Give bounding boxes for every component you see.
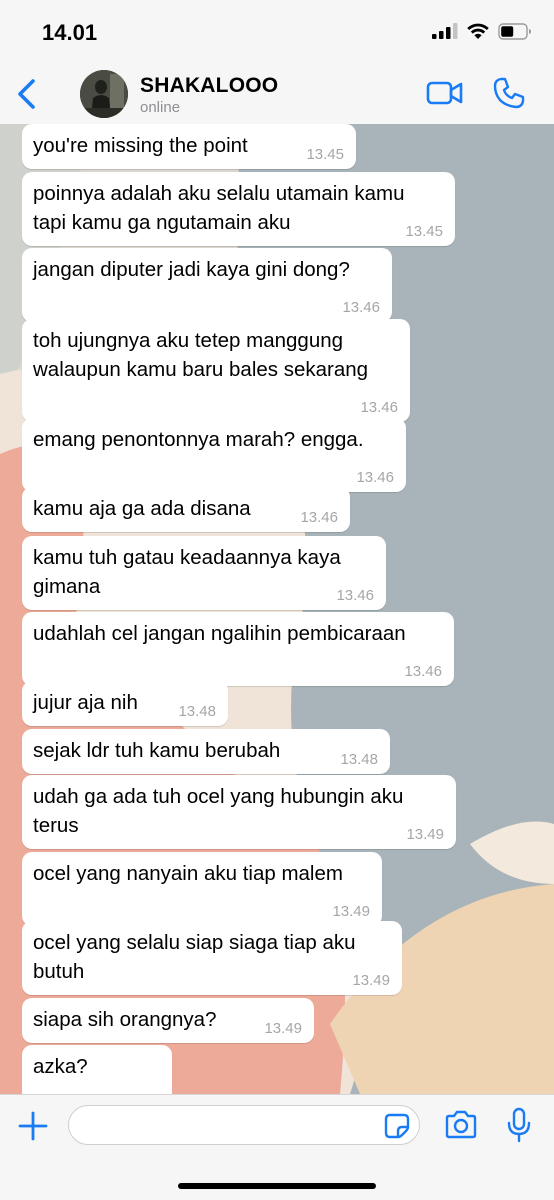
sticker-icon[interactable] <box>384 1113 410 1139</box>
message-timestamp: 13.46 <box>300 509 338 526</box>
message-input[interactable] <box>68 1105 420 1145</box>
message-text: ocel yang selalu siap siaga tiap aku but… <box>33 931 356 983</box>
message-bubble[interactable]: poinnya adalah aku selalu utamain kamu t… <box>22 172 455 246</box>
message-text: ocel yang nanyain aku tiap malem <box>33 862 343 885</box>
message-bubble[interactable]: emang penontonnya marah? engga. 13.46 <box>22 418 406 492</box>
camera-icon[interactable] <box>444 1109 478 1141</box>
back-chevron-icon[interactable] <box>12 76 42 112</box>
chat-area[interactable]: you're missing the point 13.45 poinnya ada… <box>0 124 554 1094</box>
message-text: emang penontonnya marah? engga. <box>33 428 364 451</box>
message-timestamp: 13.49 <box>332 903 370 920</box>
home-indicator <box>178 1183 376 1189</box>
message-timestamp: 13.49 <box>264 1020 302 1037</box>
message-timestamp: 13.46 <box>360 399 398 416</box>
wifi-icon <box>467 23 489 39</box>
chat-header: SHAKALOOO online <box>0 62 554 124</box>
message-bubble[interactable]: you're missing the point 13.45 <box>22 124 356 169</box>
message-bubble[interactable]: jujur aja nih 13.48 <box>22 681 228 726</box>
message-text: kamu aja ga ada disana <box>33 497 251 520</box>
message-text: udahlah cel jangan ngalihin pembicaraan <box>33 622 406 645</box>
message-bubble[interactable]: azka?13.49 <box>22 1045 172 1094</box>
status-icons <box>432 22 532 40</box>
contact-name[interactable]: SHAKALOOO <box>140 74 278 98</box>
avatar-photo <box>80 70 128 118</box>
message-bubble[interactable]: ocel yang nanyain aku tiap malem 13.49 <box>22 852 382 926</box>
message-bubble[interactable]: ocel yang selalu siap siaga tiap aku but… <box>22 921 402 995</box>
message-text: jangan diputer jadi kaya gini dong? <box>33 258 350 281</box>
message-timestamp: 13.45 <box>405 223 443 240</box>
message-bubble[interactable]: toh ujungnya aku tetep manggung walaupun… <box>22 319 410 422</box>
plus-icon[interactable] <box>16 1109 50 1143</box>
message-timestamp: 13.48 <box>340 751 378 768</box>
input-bar <box>0 1094 554 1200</box>
contact-status: online <box>140 99 181 116</box>
phone-call-icon[interactable] <box>492 76 526 110</box>
message-bubble[interactable]: udahlah cel jangan ngalihin pembicaraan 1… <box>22 612 454 686</box>
status-bar: 14.01 <box>0 0 554 62</box>
message-bubble[interactable]: siapa sih orangnya? 13.49 <box>22 998 314 1043</box>
message-text: kamu tuh gatau keadaannya kaya gimana <box>33 546 341 598</box>
message-text: siapa sih orangnya? <box>33 1008 217 1031</box>
message-text: toh ujungnya aku tetep manggung walaupun… <box>33 329 369 381</box>
message-bubble[interactable]: kamu tuh gatau keadaannya kaya gimana 13.… <box>22 536 386 610</box>
status-time: 14.01 <box>42 20 98 45</box>
message-bubble[interactable]: kamu aja ga ada disana 13.46 <box>22 487 350 532</box>
battery-icon <box>498 22 531 40</box>
message-text: sejak ldr tuh kamu berubah <box>33 739 281 762</box>
message-timestamp: 13.46 <box>404 663 442 680</box>
message-bubble[interactable]: jangan diputer jadi kaya gini dong? 13.46 <box>22 248 392 322</box>
cellular-signal-icon <box>432 23 458 39</box>
video-call-icon[interactable] <box>426 78 464 108</box>
message-text: jujur aja nih <box>33 691 138 714</box>
message-timestamp: 13.46 <box>342 299 380 316</box>
message-timestamp: 13.45 <box>306 146 344 163</box>
avatar[interactable] <box>80 70 128 118</box>
message-timestamp: 13.49 <box>352 972 390 989</box>
message-text: azka? <box>33 1055 88 1078</box>
message-bubble[interactable]: sejak ldr tuh kamu berubah 13.48 <box>22 729 390 774</box>
message-text: you're missing the point <box>33 134 248 157</box>
message-timestamp: 13.48 <box>178 703 216 720</box>
microphone-icon[interactable] <box>506 1107 532 1143</box>
message-timestamp: 13.46 <box>336 587 374 604</box>
message-bubble[interactable]: udah ga ada tuh ocel yang hubungin aku t… <box>22 775 456 849</box>
message-timestamp: 13.49 <box>406 826 444 843</box>
message-timestamp: 13.46 <box>356 469 394 486</box>
